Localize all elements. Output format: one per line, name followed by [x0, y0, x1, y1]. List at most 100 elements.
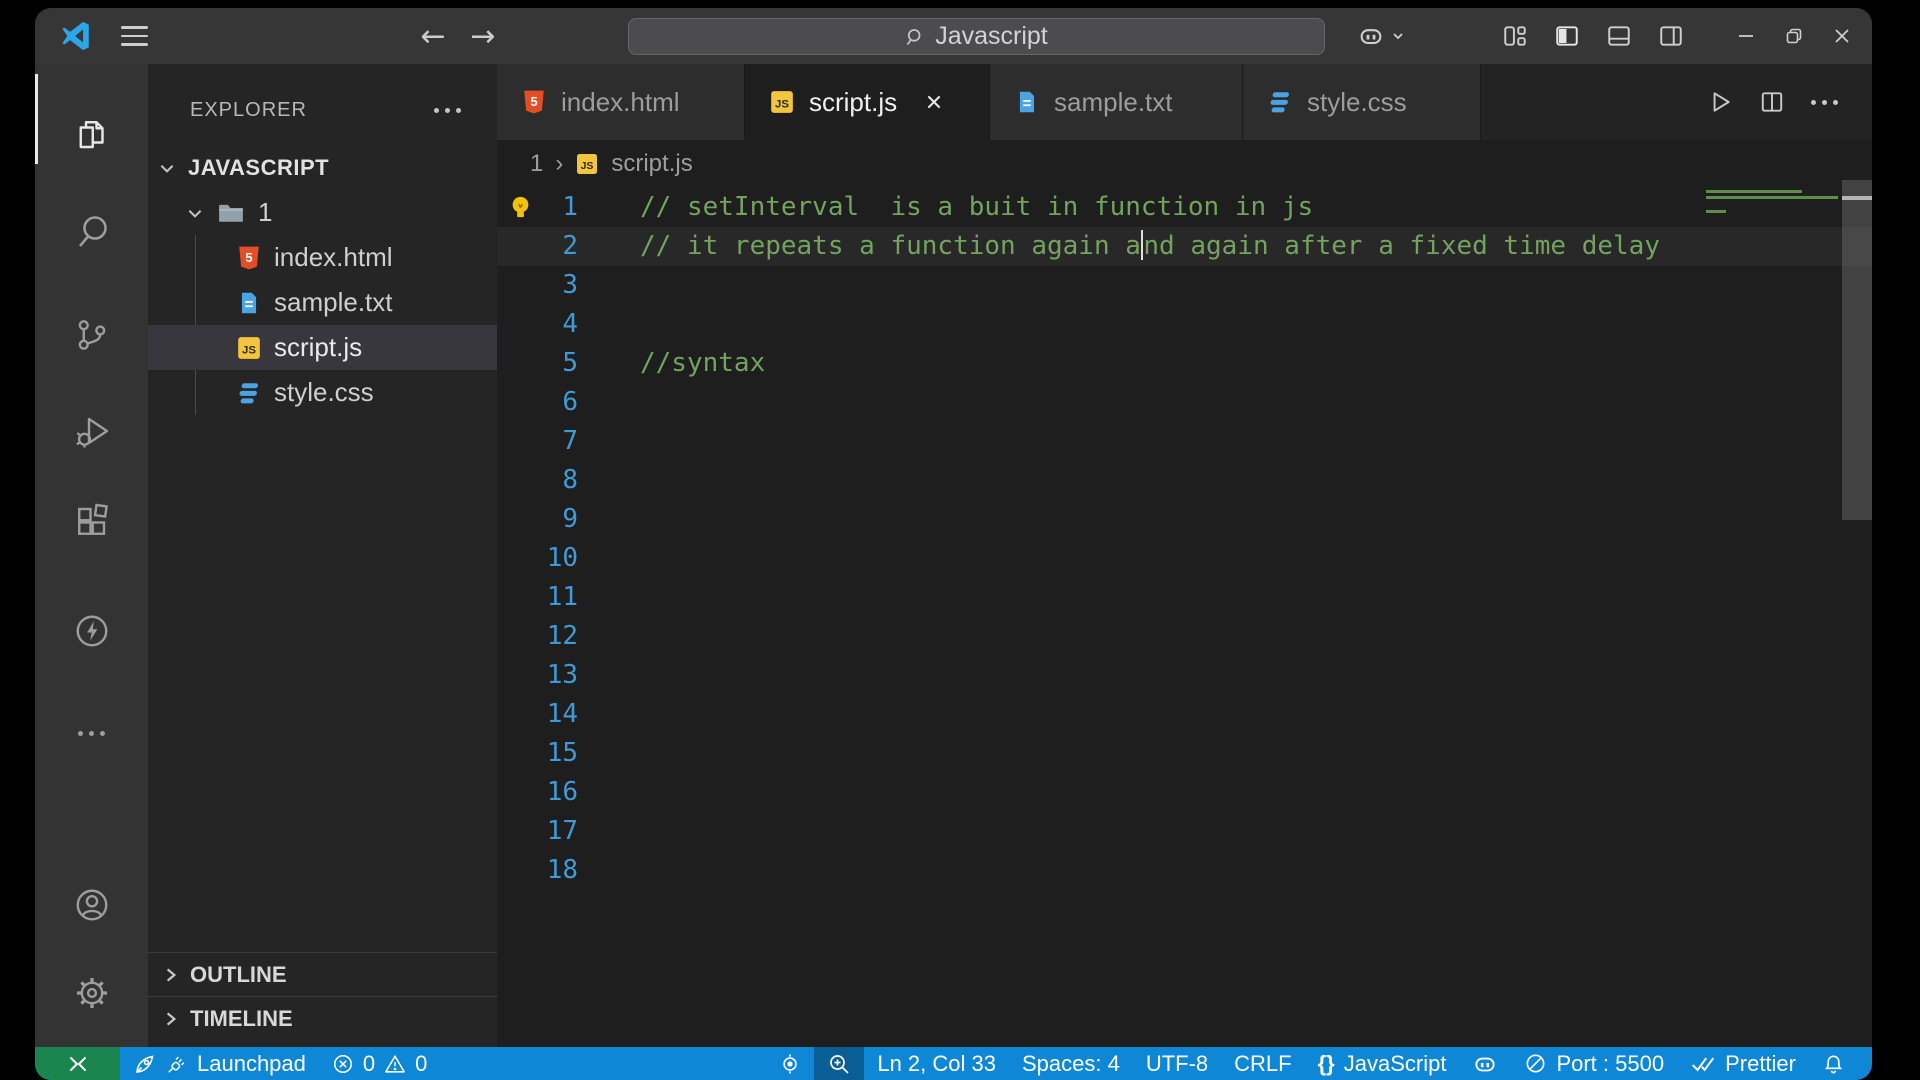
- code-line[interactable]: 2 // it repeats a function again and agai…: [497, 227, 1872, 266]
- customize-layout-icon[interactable]: [1502, 23, 1528, 49]
- code-line[interactable]: 15: [497, 734, 1872, 773]
- extensions-icon: [77, 503, 108, 535]
- live-server-port-item[interactable]: Port : 5500: [1511, 1047, 1677, 1080]
- play-icon[interactable]: [1707, 89, 1733, 115]
- command-center-search[interactable]: Javascript: [628, 18, 1325, 55]
- sidebar-item-source-control[interactable]: [35, 300, 148, 370]
- copilot-status-item[interactable]: [1459, 1047, 1511, 1080]
- language-mode-item[interactable]: {} JavaScript: [1305, 1047, 1460, 1080]
- copilot-menu[interactable]: [1357, 8, 1405, 64]
- screencast-item[interactable]: [766, 1047, 814, 1080]
- tab-style-css[interactable]: style.css: [1243, 64, 1481, 140]
- menu-icon[interactable]: [121, 8, 148, 64]
- code-line[interactable]: 7: [497, 422, 1872, 461]
- code-line[interactable]: 10: [497, 539, 1872, 578]
- code-line[interactable]: 16: [497, 773, 1872, 812]
- code-line[interactable]: 17: [497, 812, 1872, 851]
- close-icon[interactable]: [925, 93, 943, 111]
- notifications-item[interactable]: [1809, 1047, 1858, 1080]
- tree-item-style-css[interactable]: style.css: [148, 370, 497, 415]
- text-file-icon: [236, 290, 262, 316]
- sidebar-item-explorer[interactable]: [35, 100, 148, 170]
- tree-item-folder-1[interactable]: 1: [148, 190, 497, 235]
- code-editor[interactable]: 1// setInterval is a buit in function in…: [497, 188, 1872, 1047]
- svg-text:JS: JS: [775, 98, 789, 110]
- code-line[interactable]: 14: [497, 695, 1872, 734]
- line-number: 8: [562, 465, 578, 495]
- warning-icon: [384, 1053, 406, 1075]
- line-number: 5: [562, 348, 578, 378]
- tab-index-html[interactable]: 5 index.html: [497, 64, 745, 140]
- cursor-position-item[interactable]: Ln 2, Col 33: [864, 1047, 1009, 1080]
- ellipsis-icon: [78, 730, 105, 736]
- minimap-mark: [1706, 196, 1838, 199]
- search-icon: [78, 216, 107, 247]
- svg-text:JS: JS: [242, 344, 256, 356]
- sidebar-item-live-server[interactable]: [35, 596, 148, 666]
- accounts-button[interactable]: [35, 870, 148, 940]
- code-line[interactable]: 5 //syntax: [497, 344, 1872, 383]
- breadcrumb-item-file[interactable]: script.js: [611, 150, 692, 178]
- settings-button[interactable]: [35, 958, 148, 1028]
- tree-item-index-html[interactable]: 5 index.html: [148, 235, 497, 280]
- eol-item[interactable]: CRLF: [1221, 1047, 1304, 1080]
- svg-text:JS: JS: [581, 160, 594, 172]
- minimap[interactable]: [1700, 188, 1839, 1047]
- code-line[interactable]: 18: [497, 851, 1872, 890]
- outline-section[interactable]: OUTLINE: [148, 952, 497, 996]
- lightbulb-icon[interactable]: [507, 194, 534, 221]
- code-line[interactable]: 12: [497, 617, 1872, 656]
- code-line[interactable]: 13: [497, 656, 1872, 695]
- scrollbar-cursor-marker: [1842, 196, 1872, 200]
- tree-item-script-js[interactable]: JS script.js: [148, 325, 497, 370]
- text-file-icon: [1014, 89, 1040, 115]
- tab-script-js[interactable]: JS script.js: [745, 64, 990, 140]
- minimize-icon[interactable]: [1722, 8, 1770, 64]
- timeline-section[interactable]: TIMELINE: [148, 996, 497, 1040]
- code-line[interactable]: 4: [497, 305, 1872, 344]
- more-views-button[interactable]: [35, 698, 148, 768]
- scrollbar-thumb[interactable]: [1842, 180, 1872, 520]
- tab-sample-txt[interactable]: sample.txt: [990, 64, 1243, 140]
- sidebar-item-search[interactable]: [35, 196, 148, 266]
- file-label: sample.txt: [274, 287, 393, 317]
- toggle-secondary-sidebar-icon[interactable]: [1658, 23, 1684, 49]
- toggle-panel-icon[interactable]: [1606, 23, 1632, 49]
- ellipsis-icon[interactable]: [434, 107, 461, 113]
- code-line[interactable]: 6: [497, 383, 1872, 422]
- indentation-item[interactable]: Spaces: 4: [1009, 1047, 1133, 1080]
- launchpad-item[interactable]: Launchpad: [120, 1047, 319, 1080]
- sidebar-item-extensions[interactable]: [35, 486, 148, 556]
- code-line[interactable]: 8: [497, 461, 1872, 500]
- workspace-root[interactable]: JAVASCRIPT: [148, 145, 497, 190]
- code-line[interactable]: 9: [497, 500, 1872, 539]
- arrow-left-icon[interactable]: ←: [413, 8, 453, 64]
- close-icon[interactable]: [1818, 8, 1866, 64]
- arrow-right-icon[interactable]: →: [463, 8, 503, 64]
- code-line[interactable]: 3: [497, 266, 1872, 305]
- code-line[interactable]: 11: [497, 578, 1872, 617]
- line-number: 4: [562, 309, 578, 339]
- code-text: //syntax: [640, 348, 766, 378]
- sidebar-item-run-debug[interactable]: [35, 396, 148, 466]
- split-editor-icon[interactable]: [1759, 89, 1785, 115]
- js-file-icon: JS: [769, 89, 795, 115]
- restore-icon[interactable]: [1770, 8, 1818, 64]
- file-label: style.css: [274, 377, 374, 407]
- encoding-item[interactable]: UTF-8: [1133, 1047, 1221, 1080]
- toggle-primary-sidebar-icon[interactable]: [1554, 23, 1580, 49]
- remote-indicator[interactable]: [35, 1047, 120, 1080]
- folder-icon: [216, 198, 246, 228]
- problems-item[interactable]: 0 0: [319, 1047, 441, 1080]
- line-number: 7: [562, 426, 578, 456]
- code-line[interactable]: 1// setInterval is a buit in function in…: [497, 188, 1872, 227]
- ellipsis-icon[interactable]: [1811, 99, 1838, 105]
- css-file-icon: [1267, 89, 1293, 115]
- editor-scrollbar[interactable]: [1842, 172, 1872, 1047]
- tree-item-sample-txt[interactable]: sample.txt: [148, 280, 497, 325]
- tab-bar: 5 index.html JS script.js sample.txt sty…: [497, 64, 1872, 140]
- zoom-item[interactable]: [814, 1047, 865, 1080]
- prettier-item[interactable]: Prettier: [1677, 1047, 1809, 1080]
- code-text: // it repeats a function again and again…: [640, 230, 1660, 261]
- breadcrumb-item-folder[interactable]: 1: [530, 150, 543, 178]
